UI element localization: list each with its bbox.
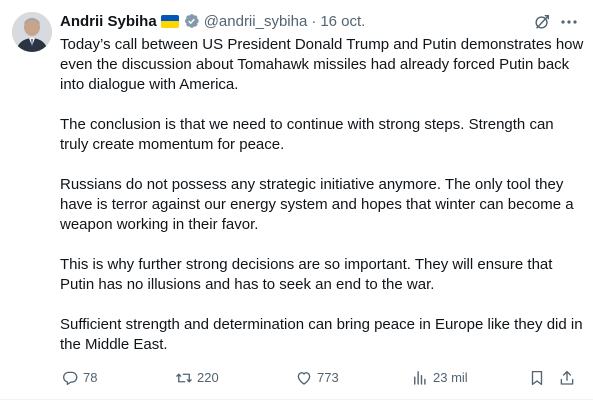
retweet-count: 220 (197, 370, 219, 385)
like-button[interactable]: 773 (295, 366, 339, 390)
like-count: 773 (317, 370, 339, 385)
ukraine-flag-icon (160, 14, 179, 28)
views-icon (414, 371, 426, 385)
avatar[interactable] (12, 12, 52, 52)
bookmark-icon (531, 370, 543, 386)
retweet-button[interactable]: 220 (175, 366, 219, 390)
verified-badge-icon[interactable] (182, 12, 200, 30)
header-separator: · (311, 12, 317, 30)
tweet-paragraph: This is why further strong decisions are… (60, 256, 553, 293)
tweet-paragraph: The conclusion is that we need to contin… (60, 116, 554, 153)
avatar-image (12, 12, 52, 52)
share-button[interactable] (558, 366, 580, 390)
reply-count: 78 (83, 370, 98, 385)
author-handle[interactable]: @andrii_sybiha (204, 13, 308, 30)
like-icon (297, 372, 311, 385)
tweet-header: Andrii Sybiha @andrii_sybiha · 16 oct. (60, 11, 365, 31)
share-icon (560, 370, 574, 385)
tweet-paragraph: Sufficient strength and determination ca… (60, 316, 583, 353)
tweet-paragraph: Today’s call between US President Donald… (60, 36, 584, 93)
tweet-card[interactable]: Andrii Sybiha @andrii_sybiha · 16 oct. T… (0, 0, 593, 400)
views-button[interactable]: 23 mil (411, 366, 468, 390)
tweet-date[interactable]: 16 oct. (320, 13, 365, 30)
reply-icon (62, 371, 78, 386)
author-name[interactable]: Andrii Sybiha (60, 13, 157, 30)
reply-button[interactable]: 78 (61, 366, 97, 390)
more-icon[interactable] (559, 12, 579, 32)
grok-icon[interactable] (533, 13, 551, 31)
bookmark-button[interactable] (528, 366, 550, 390)
action-bar: 78 220 773 23 mil (60, 366, 580, 390)
retweet-icon (176, 373, 192, 383)
tweet-text: Today’s call between US President Donald… (60, 35, 585, 355)
tweet-paragraph: Russians do not possess any strategic in… (60, 176, 574, 233)
views-count: 23 mil (433, 370, 468, 385)
